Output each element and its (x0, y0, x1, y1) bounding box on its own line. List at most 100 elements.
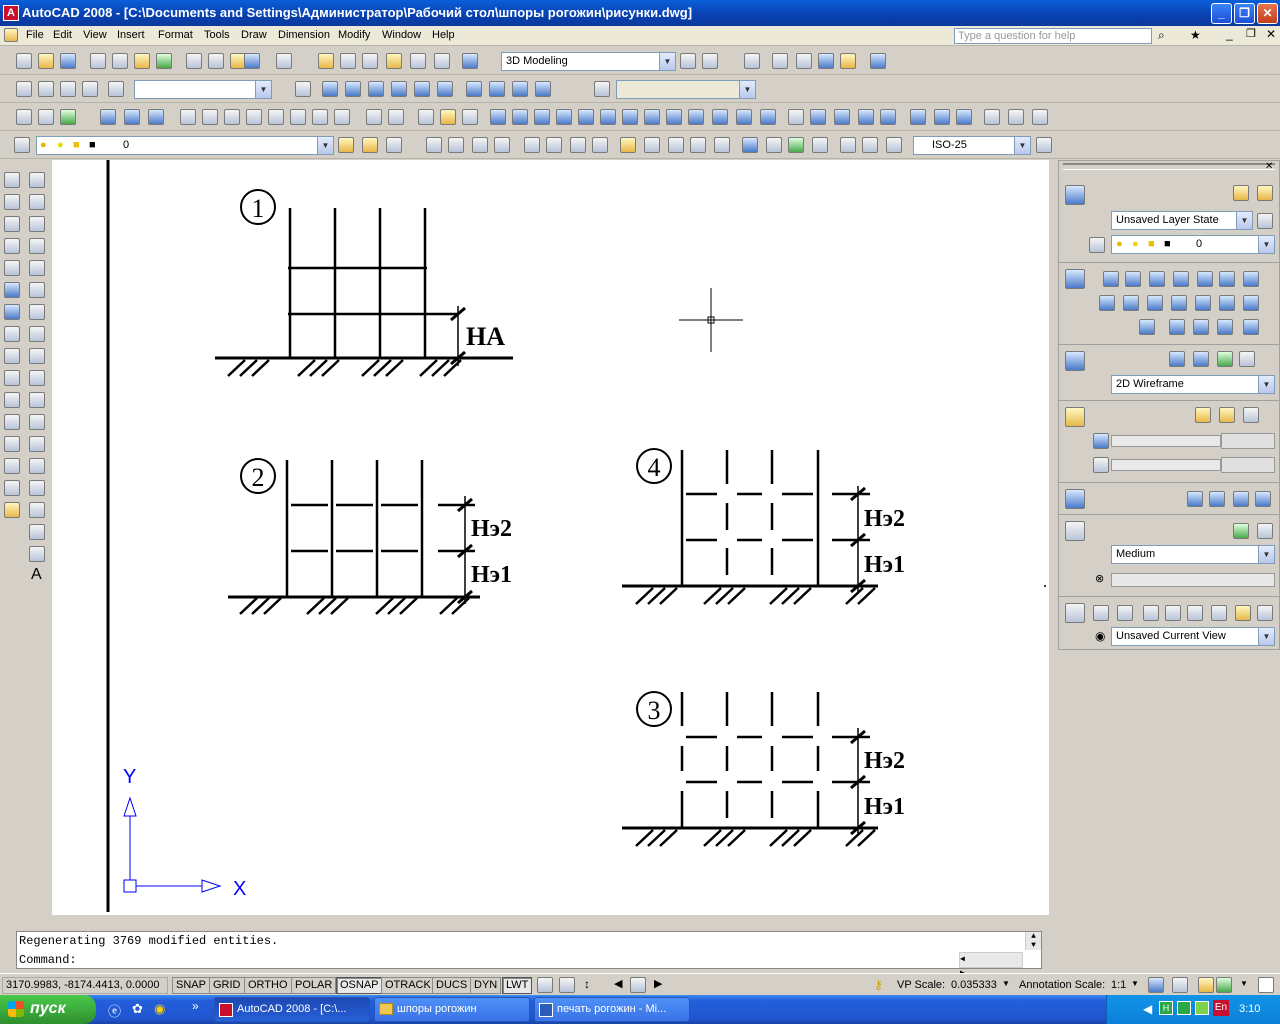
tool-palettes-icon[interactable] (386, 53, 402, 69)
ucs-object-icon[interactable] (82, 81, 98, 97)
taskbar-folder[interactable]: шпоры рогожин (374, 997, 530, 1022)
shell-icon[interactable] (440, 109, 456, 125)
lights-icon[interactable] (1065, 407, 1085, 427)
materials-panel-icon[interactable] (1065, 489, 1085, 509)
layer-previous-icon[interactable] (1257, 185, 1273, 201)
scale-icon[interactable] (4, 326, 20, 342)
open-icon[interactable] (38, 53, 54, 69)
imprint-icon[interactable] (366, 109, 382, 125)
grid-toggle[interactable]: GRID (209, 977, 245, 994)
chevron-down-icon[interactable]: ▼ (1131, 979, 1139, 988)
box-solid-icon[interactable] (556, 109, 572, 125)
tray-arrow-icon[interactable]: ◀ (1143, 1002, 1152, 1016)
point-light-icon[interactable] (1195, 407, 1211, 423)
orbit-icon[interactable] (1093, 605, 1109, 621)
ucs-view-icon[interactable] (108, 81, 124, 97)
properties-icon[interactable] (340, 53, 356, 69)
color-face-icon[interactable] (334, 109, 350, 125)
jogged-icon[interactable] (546, 137, 562, 153)
baseline-icon[interactable] (644, 137, 660, 153)
teapot-icon[interactable] (1065, 521, 1085, 541)
bottom-view-icon[interactable] (345, 81, 361, 97)
quick-dim-icon[interactable] (620, 137, 636, 153)
section-icon[interactable] (534, 109, 550, 125)
3d-dwf-icon[interactable] (156, 53, 172, 69)
star-icon[interactable]: ★ (1190, 28, 1201, 42)
pan-icon[interactable] (318, 53, 334, 69)
linear-dim-icon[interactable] (426, 137, 442, 153)
chevron-down-icon[interactable]: ▼ (1002, 979, 1010, 988)
zoom-realtime-icon[interactable] (1117, 605, 1133, 621)
menu-modify[interactable]: Modify (338, 29, 370, 41)
dimstyle-select[interactable]: ISO-25 ▼ (913, 136, 1031, 155)
extend-icon[interactable] (4, 392, 20, 408)
box-icon[interactable] (772, 53, 788, 69)
clean-screen-icon[interactable] (1258, 977, 1274, 993)
close-button[interactable]: ✕ (1257, 3, 1278, 24)
clock-icon[interactable] (1093, 457, 1109, 473)
subtract-icon[interactable] (1193, 319, 1209, 335)
ucs-select[interactable]: ▼ (134, 80, 272, 99)
pyramid-icon[interactable] (1243, 271, 1259, 287)
menu-edit[interactable]: Edit (53, 29, 72, 41)
auto-scale-icon[interactable] (1172, 977, 1188, 993)
menu-view[interactable]: View (83, 29, 107, 41)
line-icon[interactable] (29, 172, 45, 188)
explode-icon[interactable] (4, 502, 20, 518)
workspace-save-icon[interactable] (702, 53, 718, 69)
back-view-icon[interactable] (437, 81, 453, 97)
top-view-icon[interactable] (322, 81, 338, 97)
ucs-face-icon[interactable] (60, 81, 76, 97)
text-icon[interactable] (744, 53, 760, 69)
2d-wireframe-icon[interactable] (1169, 351, 1185, 367)
dim-break-icon[interactable] (714, 137, 730, 153)
fillet-icon[interactable] (4, 480, 20, 496)
table-icon[interactable] (29, 546, 45, 562)
redo-icon[interactable] (276, 53, 292, 69)
minimize-button[interactable]: _ (1211, 3, 1232, 24)
3d-free-orbit-icon[interactable] (1008, 109, 1024, 125)
render-icon[interactable] (1233, 523, 1249, 539)
menu-file[interactable]: File (26, 29, 44, 41)
undo-icon[interactable] (244, 53, 260, 69)
gradient-icon[interactable] (29, 502, 45, 518)
save-icon[interactable] (60, 53, 76, 69)
front-view-icon[interactable] (414, 81, 430, 97)
slice-icon[interactable] (1139, 319, 1155, 335)
arc-icon[interactable] (29, 282, 45, 298)
splitter[interactable] (1049, 160, 1057, 915)
lock-icon[interactable]: ⚷ (874, 978, 883, 992)
annotation-visibility-icon[interactable] (1148, 977, 1164, 993)
spline-icon[interactable] (29, 348, 45, 364)
palette-title-bar[interactable] (1063, 163, 1275, 170)
insert-block-icon[interactable] (29, 414, 45, 430)
otrack-toggle[interactable]: OTRACK (381, 977, 435, 994)
quicklaunch-expand-icon[interactable]: » (192, 999, 199, 1013)
material-map-icon[interactable] (1233, 491, 1249, 507)
layer-state-select[interactable]: Unsaved Layer State ▼ (1111, 211, 1253, 230)
tray-h-icon[interactable]: H (1159, 1001, 1173, 1015)
left-view-icon[interactable] (368, 81, 384, 97)
named-views-icon[interactable] (295, 81, 311, 97)
camera-select[interactable]: ▼ (616, 80, 756, 99)
rotate-face-icon[interactable] (268, 109, 284, 125)
tray-network-icon[interactable] (1177, 1001, 1191, 1015)
subtract-icon[interactable] (124, 109, 140, 125)
ellipse-arc-icon[interactable] (29, 392, 45, 408)
osnap-toggle[interactable]: OSNAP (336, 977, 383, 994)
3d-hidden-icon[interactable] (1193, 351, 1209, 367)
check-icon[interactable] (462, 109, 478, 125)
model-space-icon[interactable] (537, 977, 553, 993)
dimedit-icon[interactable] (840, 137, 856, 153)
3d-make-icon[interactable] (1065, 269, 1085, 289)
slice-icon[interactable] (512, 109, 528, 125)
taper-face-icon[interactable] (290, 109, 306, 125)
ucs-world-icon[interactable] (38, 81, 54, 97)
3d-move-icon[interactable] (1099, 295, 1115, 311)
workspace-select[interactable]: 3D Modeling ▼ (501, 52, 676, 71)
document-icon[interactable] (4, 28, 18, 42)
flatshot-icon[interactable] (880, 109, 896, 125)
union2-icon[interactable] (910, 109, 926, 125)
doc-restore-button[interactable]: ❐ (1246, 27, 1256, 40)
pan-realtime-icon[interactable] (1143, 605, 1159, 621)
